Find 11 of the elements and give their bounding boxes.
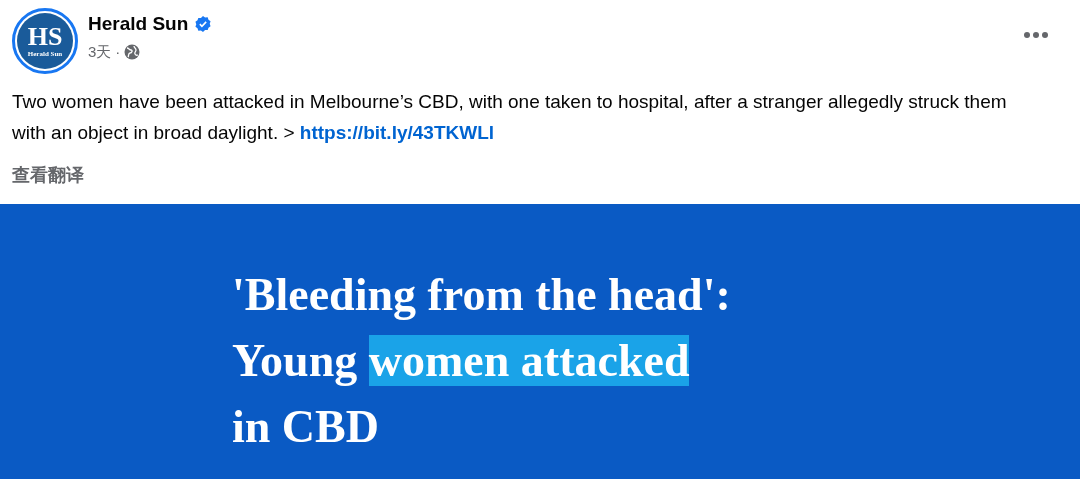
headline-line: Young women attacked	[232, 334, 691, 388]
post-text: Two women have been attacked in Melbourne’s CBD, with one taken to hospital, after a stranger allegedly struck them with an object in broad daylight. > https://bit.ly/43TKWLl	[11, 90, 1008, 145]
separator: ·	[115, 41, 121, 62]
article-link[interactable]: https://bit.ly/43TKWLl	[299, 122, 495, 143]
article-card[interactable]: 'Bleeding from the head': Young women attacked in CBD	[0, 204, 1080, 479]
logo-initials: HS	[27, 24, 63, 50]
author-name[interactable]: Herald Sun	[88, 10, 189, 39]
translate-link[interactable]: 查看翻译	[0, 162, 96, 189]
headline-line: in CBD	[232, 400, 380, 454]
headline-line: 'Bleeding from the head':	[232, 268, 732, 322]
post-time[interactable]: 3天	[88, 40, 112, 63]
